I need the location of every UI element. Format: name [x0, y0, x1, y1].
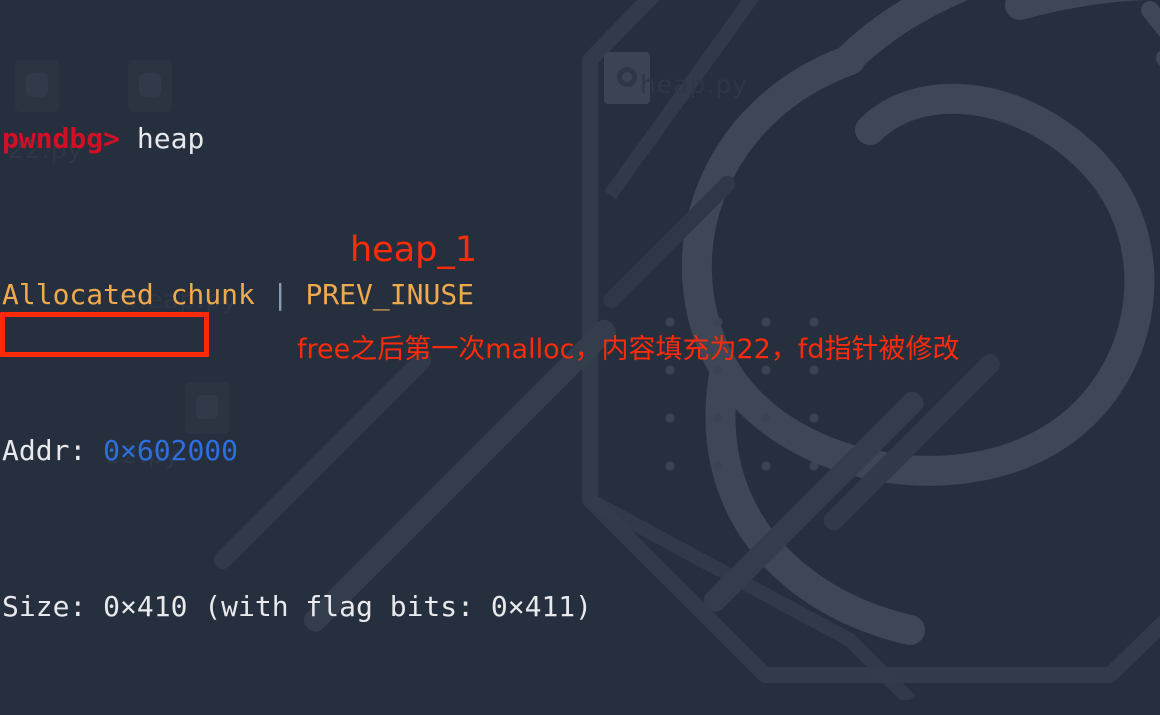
- chunk-flags: PREV_INUSE: [305, 278, 475, 311]
- chunk-addr-row: Addr: 0×602000: [2, 431, 1160, 470]
- annotation-heap-label: heap_1: [350, 230, 478, 270]
- fd-highlight-box: [0, 312, 209, 357]
- addr-key: Addr:: [2, 434, 104, 467]
- separator-pipe: |: [254, 278, 306, 311]
- chunk-size-row: Size: 0×410 (with flag bits: 0×411): [2, 587, 1160, 626]
- chunk-header-allocated: Allocated chunk | PREV_INUSE: [2, 275, 1160, 314]
- addr-value: 0×602000: [103, 434, 239, 467]
- command-text: heap: [120, 122, 205, 155]
- annotation-chinese-note: free之后第一次malloc，内容填充为22，fd指针被修改: [297, 334, 960, 365]
- size-text: Size: 0×410 (with flag bits: 0×411): [2, 590, 593, 623]
- terminal-screenshot: 22.py heap.py 22.py heap.py pwndbg> heap…: [0, 0, 1160, 715]
- pwndbg-prompt: pwndbg>: [2, 122, 121, 155]
- terminal-line-prompt: pwndbg> heap: [2, 119, 1160, 158]
- chunk-type-label: Allocated chunk: [2, 278, 255, 311]
